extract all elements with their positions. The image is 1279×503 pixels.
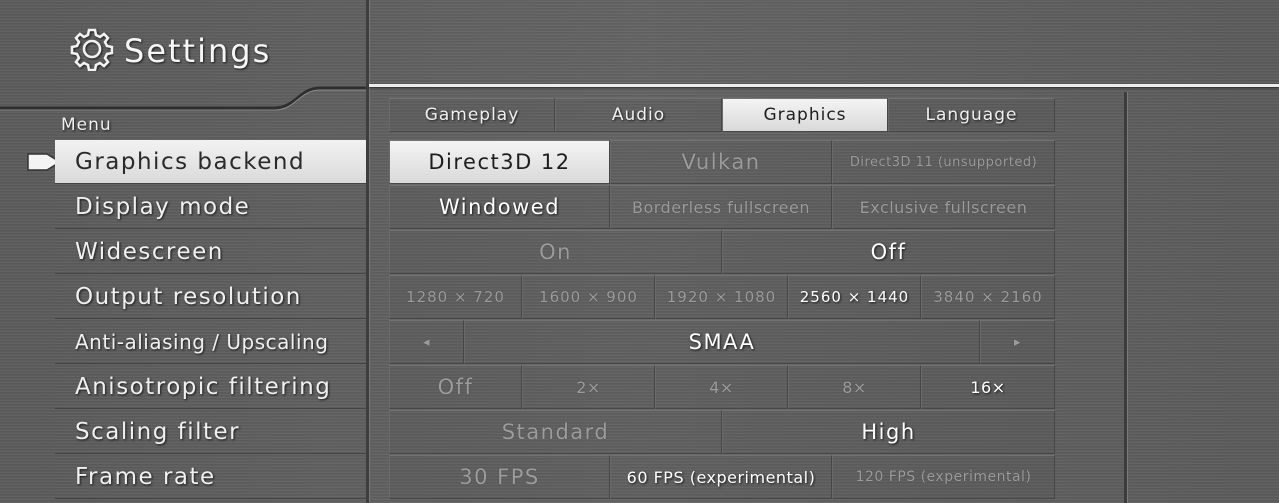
option-label: 2× bbox=[576, 377, 601, 397]
option-scaling-standard[interactable]: Standard bbox=[389, 410, 722, 454]
option-exclusive-fullscreen[interactable]: Exclusive fullscreen bbox=[832, 185, 1055, 229]
option-direct3d-11[interactable]: Direct3D 11 (unsupported) bbox=[832, 140, 1055, 184]
menu-item-label: Anisotropic filtering bbox=[75, 373, 332, 400]
aa-next-button[interactable]: ▸ bbox=[980, 320, 1055, 364]
option-label: Off bbox=[437, 375, 474, 399]
menu-heading: Menu bbox=[61, 115, 112, 135]
menu-item-graphics-backend[interactable]: Graphics backend bbox=[55, 140, 367, 184]
option-res-1280x720[interactable]: 1280 × 720 bbox=[389, 275, 522, 319]
header: Settings bbox=[70, 27, 271, 75]
chevron-right-icon: ▸ bbox=[1013, 334, 1022, 350]
option-label: Vulkan bbox=[681, 150, 761, 174]
menu-item-label: Anti-aliasing / Upscaling bbox=[75, 329, 329, 354]
option-label: 1280 × 720 bbox=[406, 288, 505, 306]
tab-language[interactable]: Language bbox=[888, 98, 1055, 132]
header-divider bbox=[369, 84, 1279, 87]
option-label: 2560 × 1440 bbox=[799, 288, 910, 306]
option-aniso-4x[interactable]: 4× bbox=[655, 365, 788, 409]
page-title: Settings bbox=[124, 32, 272, 70]
tab-graphics[interactable]: Graphics bbox=[722, 98, 888, 132]
option-30fps[interactable]: 30 FPS bbox=[389, 455, 610, 499]
option-res-2560x1440[interactable]: 2560 × 1440 bbox=[788, 275, 921, 319]
option-label: 3840 × 2160 bbox=[933, 288, 1043, 306]
option-res-3840x2160[interactable]: 3840 × 2160 bbox=[921, 275, 1055, 319]
tab-label: Language bbox=[925, 105, 1018, 125]
tab-audio[interactable]: Audio bbox=[555, 98, 722, 132]
option-windowed[interactable]: Windowed bbox=[389, 185, 610, 229]
option-120fps[interactable]: 120 FPS (experimental) bbox=[832, 455, 1055, 499]
option-direct3d-12[interactable]: Direct3D 12 bbox=[389, 140, 610, 184]
tab-label: Audio bbox=[611, 105, 666, 125]
gear-icon bbox=[70, 27, 114, 75]
aa-value: SMAA bbox=[464, 320, 980, 364]
option-label: Direct3D 12 bbox=[428, 150, 571, 174]
option-label: Off bbox=[870, 240, 907, 264]
option-label: Exclusive fullscreen bbox=[859, 197, 1028, 217]
option-label: 1920 × 1080 bbox=[666, 288, 777, 306]
menu-item-label: Scaling filter bbox=[75, 418, 241, 445]
option-aniso-off[interactable]: Off bbox=[389, 365, 522, 409]
option-label: 30 FPS bbox=[459, 465, 540, 489]
menu-item-label: Widescreen bbox=[75, 238, 224, 265]
tab-gameplay[interactable]: Gameplay bbox=[389, 98, 555, 132]
menu-item-label: Graphics backend bbox=[75, 148, 306, 175]
menu-item-anti-aliasing[interactable]: Anti-aliasing / Upscaling bbox=[55, 320, 367, 364]
option-label: SMAA bbox=[688, 330, 756, 354]
option-label: Standard bbox=[501, 420, 610, 444]
option-label: 4× bbox=[709, 377, 734, 397]
sidebar: Settings Menu Graphics backend Display m… bbox=[0, 0, 367, 503]
option-widescreen-off[interactable]: Off bbox=[722, 230, 1055, 274]
panel-divider bbox=[1124, 92, 1128, 503]
option-label: High bbox=[861, 420, 916, 444]
menu-item-label: Display mode bbox=[75, 193, 251, 220]
tab-label: Gameplay bbox=[424, 105, 520, 125]
option-label: 120 FPS (experimental) bbox=[855, 469, 1032, 485]
option-label: 60 FPS (experimental) bbox=[626, 467, 816, 487]
option-aniso-8x[interactable]: 8× bbox=[788, 365, 921, 409]
aa-prev-button[interactable]: ◂ bbox=[389, 320, 464, 364]
chevron-left-icon: ◂ bbox=[422, 334, 431, 350]
option-vulkan[interactable]: Vulkan bbox=[610, 140, 832, 184]
option-res-1600x900[interactable]: 1600 × 900 bbox=[522, 275, 655, 319]
option-aniso-16x[interactable]: 16× bbox=[921, 365, 1055, 409]
option-res-1920x1080[interactable]: 1920 × 1080 bbox=[655, 275, 788, 319]
menu-item-anisotropic-filtering[interactable]: Anisotropic filtering bbox=[55, 365, 367, 409]
option-borderless-fullscreen[interactable]: Borderless fullscreen bbox=[610, 185, 832, 229]
option-60fps[interactable]: 60 FPS (experimental) bbox=[610, 455, 832, 499]
option-label: Direct3D 11 (unsupported) bbox=[849, 154, 1038, 170]
option-scaling-high[interactable]: High bbox=[722, 410, 1055, 454]
option-label: On bbox=[539, 240, 572, 264]
column-divider bbox=[366, 0, 370, 503]
option-aniso-2x[interactable]: 2× bbox=[522, 365, 655, 409]
menu-item-display-mode[interactable]: Display mode bbox=[55, 185, 367, 229]
menu-item-frame-rate[interactable]: Frame rate bbox=[55, 455, 367, 499]
menu-item-widescreen[interactable]: Widescreen bbox=[55, 230, 367, 274]
option-label: 8× bbox=[842, 377, 867, 397]
option-widescreen-on[interactable]: On bbox=[389, 230, 722, 274]
option-label: 1600 × 900 bbox=[539, 288, 638, 306]
option-label: Windowed bbox=[438, 195, 561, 219]
menu-item-label: Output resolution bbox=[75, 283, 302, 310]
menu-item-output-resolution[interactable]: Output resolution bbox=[55, 275, 367, 319]
tab-label: Graphics bbox=[763, 105, 847, 125]
menu-item-scaling-filter[interactable]: Scaling filter bbox=[55, 410, 367, 454]
option-label: 16× bbox=[970, 377, 1006, 397]
menu-item-label: Frame rate bbox=[75, 463, 216, 490]
option-label: Borderless fullscreen bbox=[631, 197, 811, 217]
